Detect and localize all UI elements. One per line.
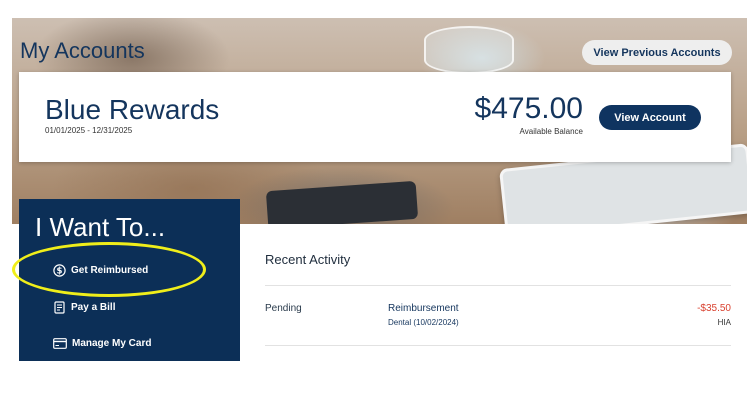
divider [265,345,731,346]
pay-a-bill-label: Pay a Bill [71,302,116,313]
glass-decoration [424,26,514,74]
manage-my-card-link[interactable]: Manage My Card [53,338,151,349]
svg-text:$: $ [57,267,63,277]
phone-decoration [265,180,419,224]
i-want-to-panel: I Want To... $ Get Reimbursed Pay a Bill [19,199,240,361]
pay-a-bill-link[interactable]: Pay a Bill [53,301,115,314]
available-balance-amount: $475.00 [474,92,583,125]
activity-status: Pending [265,303,302,314]
view-previous-accounts-button[interactable]: View Previous Accounts [582,40,732,65]
bill-icon [53,301,66,314]
dollar-circle-icon: $ [53,264,66,277]
i-want-to-title: I Want To... [35,212,166,242]
view-account-button[interactable]: View Account [599,105,701,130]
activity-amount: -$35.50 [697,303,731,314]
activity-account: HIA [717,318,731,327]
account-card: Blue Rewards 01/01/2025 - 12/31/2025 $47… [19,72,731,162]
activity-detail: Dental (10/02/2024) [388,318,459,327]
account-name: Blue Rewards [45,94,220,125]
get-reimbursed-link[interactable]: $ Get Reimbursed [53,264,148,277]
card-icon [53,338,67,349]
available-balance-label: Available Balance [519,127,583,136]
manage-my-card-label: Manage My Card [72,338,152,349]
recent-activity-title: Recent Activity [265,252,351,267]
page-title: My Accounts [20,38,145,63]
activity-type: Reimbursement [388,303,459,314]
divider [265,285,731,286]
account-dates: 01/01/2025 - 12/31/2025 [45,126,133,135]
get-reimbursed-label: Get Reimbursed [71,265,149,276]
